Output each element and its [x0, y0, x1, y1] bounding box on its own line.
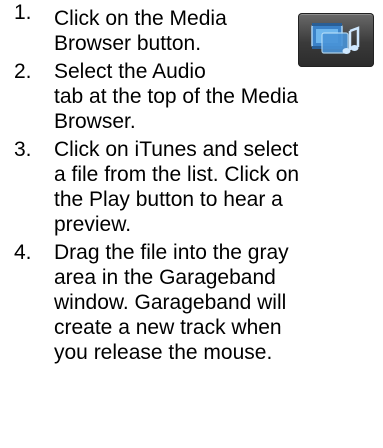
step-number: 3. — [14, 138, 32, 161]
step-number: 1. — [14, 1, 32, 24]
step-number: 4. — [14, 241, 32, 264]
media-browser-icon — [311, 23, 360, 54]
media-browser-button[interactable] — [298, 13, 374, 67]
step-text: Drag the file into the gray area in the … — [54, 241, 289, 364]
instruction-step-3: 3. Click on iTunes and select a file fro… — [0, 137, 383, 237]
step-text: Click on iTunes and select a file from t… — [54, 138, 300, 236]
instruction-step-2: 2. Select the Audio tab at the top of th… — [0, 59, 383, 134]
instruction-step-4: 4. Drag the file into the gray area in t… — [0, 240, 383, 365]
step-number: 2. — [14, 60, 32, 83]
step-text: Select the Audio tab at the top of the M… — [54, 60, 299, 133]
